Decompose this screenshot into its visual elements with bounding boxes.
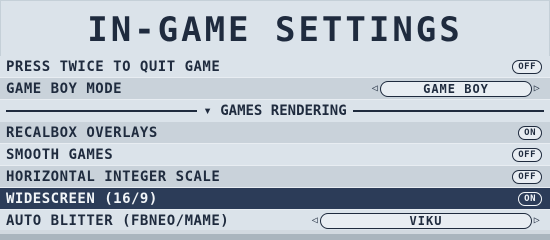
- toggle-switch[interactable]: ON: [518, 125, 542, 140]
- section-header-games-rendering: ▾ GAMES RENDERING: [0, 100, 550, 122]
- page-title: IN-GAME SETTINGS: [87, 10, 463, 50]
- setting-recalbox-overlays[interactable]: RECALBOX OVERLAYS ON: [0, 122, 550, 144]
- gameboy-mode-value: GAME BOY: [380, 80, 532, 97]
- setting-press-twice-quit[interactable]: PRESS TWICE TO QUIT GAME OFF: [0, 56, 550, 78]
- setting-horizontal-integer-scale[interactable]: HORIZONTAL INTEGER SCALE OFF: [0, 166, 550, 188]
- setting-label: PRESS TWICE TO QUIT GAME: [6, 58, 221, 75]
- setting-smooth-games[interactable]: SMOOTH GAMES OFF: [0, 144, 550, 166]
- toggle-switch[interactable]: OFF: [512, 147, 542, 162]
- setting-label: RECALBOX OVERLAYS: [6, 124, 158, 141]
- section-divider: [352, 110, 544, 112]
- settings-list: PRESS TWICE TO QUIT GAME OFF GAME BOY MO…: [0, 56, 550, 232]
- settings-panel: IN-GAME SETTINGS PRESS TWICE TO QUIT GAM…: [0, 0, 550, 234]
- toggle-switch[interactable]: OFF: [512, 169, 542, 184]
- auto-blitter-selector[interactable]: ◁ VIKU ▷: [310, 212, 542, 229]
- arrow-right-icon[interactable]: ▷: [532, 83, 542, 94]
- bottom-strip: [0, 230, 550, 234]
- setting-widescreen[interactable]: WIDESCREEN (16/9) ON: [0, 188, 550, 210]
- auto-blitter-value: VIKU: [320, 212, 532, 229]
- toggle-switch[interactable]: OFF: [512, 59, 542, 74]
- toggle-switch[interactable]: ON: [518, 191, 542, 206]
- caret-down-icon: ▾: [203, 103, 212, 119]
- gameboy-mode-selector[interactable]: ◁ GAME BOY ▷: [370, 80, 542, 97]
- setting-label: GAME BOY MODE: [6, 80, 123, 97]
- setting-label: AUTO BLITTER (FBNEO/MAME): [6, 212, 230, 229]
- setting-label: WIDESCREEN (16/9): [6, 190, 158, 207]
- section-label: ▾ GAMES RENDERING: [203, 103, 347, 119]
- setting-auto-blitter[interactable]: AUTO BLITTER (FBNEO/MAME) ◁ VIKU ▷: [0, 210, 550, 232]
- arrow-left-icon[interactable]: ◁: [370, 83, 380, 94]
- arrow-right-icon[interactable]: ▷: [532, 215, 542, 226]
- setting-label: SMOOTH GAMES: [6, 146, 114, 163]
- setting-gameboy-mode[interactable]: GAME BOY MODE ◁ GAME BOY ▷: [0, 78, 550, 100]
- setting-label: HORIZONTAL INTEGER SCALE: [6, 168, 221, 185]
- section-divider: [6, 110, 198, 112]
- arrow-left-icon[interactable]: ◁: [310, 215, 320, 226]
